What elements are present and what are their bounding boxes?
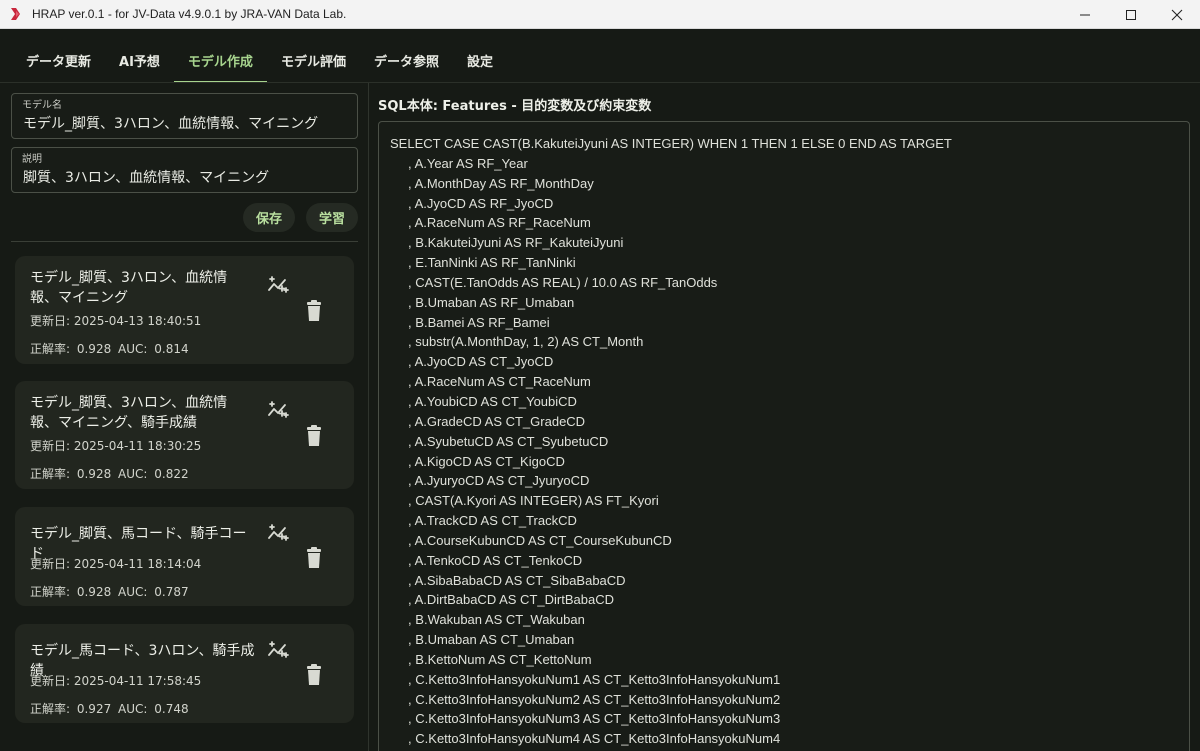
app-logo-icon (8, 6, 24, 22)
sql-line: , A.YoubiCD AS CT_YoubiCD (390, 393, 577, 409)
model-name-label: モデル名 (22, 100, 62, 111)
sql-line: , CAST(E.TanOdds AS REAL) / 10.0 AS RF_T… (390, 274, 718, 290)
sql-editor[interactable]: SELECT CASE CAST(B.KakuteiJyuni AS INTEG… (378, 121, 1190, 751)
sql-line: , A.Year AS RF_Year (390, 155, 528, 171)
sql-line: , A.JyuryoCD AS CT_JyuryoCD (390, 473, 590, 489)
model-card[interactable]: モデル_脚質、3ハロン、血統情報、マイニング、騎手成績 更新日: 2025-04… (15, 381, 354, 489)
model-name-input[interactable]: モデル_脚質、3ハロン、血統情報、マイニング (23, 113, 318, 133)
tab-model-create[interactable]: モデル作成 (173, 44, 267, 83)
sql-line: , B.Umaban AS CT_Umaban (390, 632, 575, 648)
sql-code[interactable]: SELECT CASE CAST(B.KakuteiJyuni AS INTEG… (390, 134, 952, 749)
model-card-title: モデル_脚質、3ハロン、血統情報、マイニング (30, 270, 228, 306)
auto-fix-icon[interactable] (267, 274, 289, 296)
delete-icon[interactable] (305, 425, 323, 447)
sql-line: , B.Wakuban AS CT_Wakuban (390, 612, 585, 628)
delete-icon[interactable] (305, 547, 323, 569)
close-icon[interactable] (1154, 0, 1200, 29)
tab-ai-prediction[interactable]: AI予想 (105, 44, 174, 76)
auto-fix-icon[interactable] (267, 639, 289, 661)
sql-line: , CAST(A.Kyori AS INTEGER) AS FT_Kyori (390, 493, 659, 509)
sql-line: , A.TenkoCD AS CT_TenkoCD (390, 552, 583, 568)
sql-line: , C.Ketto3InfoHansyokuNum1 AS CT_Ketto3I… (390, 671, 781, 687)
model-editor-pane: モデル名 モデル_脚質、3ハロン、血統情報、マイニング 説明 脚質、3ハロン、血… (0, 83, 368, 751)
model-card-title: モデル_脚質、3ハロン、血統情報、マイニング、騎手成績 (30, 395, 228, 431)
main-tabs: データ更新 AI予想 モデル作成 モデル評価 データ参照 設定 (12, 44, 507, 84)
sql-line: SELECT CASE CAST(B.KakuteiJyuni AS INTEG… (390, 136, 952, 151)
sql-line: , A.KigoCD AS CT_KigoCD (390, 453, 565, 469)
model-card[interactable]: モデル_馬コード、3ハロン、騎手成績 更新日: 2025-04-11 17:58… (15, 624, 354, 723)
train-button[interactable]: 学習 (306, 203, 358, 232)
sql-line: , B.Bamei AS RF_Bamei (390, 314, 550, 330)
tab-data-update[interactable]: データ更新 (12, 44, 105, 76)
auto-fix-icon[interactable] (267, 399, 289, 421)
sql-line: , A.RaceNum AS RF_RaceNum (390, 215, 591, 231)
model-card-metrics: 正解率: 0.928 AUC: 0.787 (30, 585, 189, 599)
window-titlebar: HRAP ver.0.1 - for JV-Data v4.9.0.1 by J… (0, 0, 1200, 29)
sql-line: , A.SibaBabaCD AS CT_SibaBabaCD (390, 572, 626, 588)
model-card[interactable]: モデル_脚質、3ハロン、血統情報、マイニング 更新日: 2025-04-13 1… (15, 256, 354, 364)
tab-model-evaluation[interactable]: モデル評価 (267, 44, 360, 76)
sql-heading: SQL本体: Features - 目的変数及び約束変数 (378, 99, 652, 114)
sql-line: , A.SyubetuCD AS CT_SyubetuCD (390, 433, 609, 449)
window-title: HRAP ver.0.1 - for JV-Data v4.9.0.1 by J… (32, 7, 347, 21)
description-label: 説明 (22, 154, 42, 165)
description-input[interactable]: 脚質、3ハロン、血統情報、マイニング (23, 167, 269, 187)
tab-settings[interactable]: 設定 (453, 44, 507, 76)
model-card-date: 更新日: 2025-04-11 18:14:04 (30, 557, 202, 571)
model-card-date: 更新日: 2025-04-11 18:30:25 (30, 439, 202, 453)
pane-splitter[interactable] (368, 83, 369, 751)
sql-line: , A.JyoCD AS CT_JyoCD (390, 354, 554, 370)
sql-line: , E.TanNinki AS RF_TanNinki (390, 255, 576, 271)
sql-line: , A.CourseKubunCD AS CT_CourseKubunCD (390, 532, 672, 548)
description-field[interactable]: 説明 脚質、3ハロン、血統情報、マイニング (11, 147, 358, 193)
sql-line: , C.Ketto3InfoHansyokuNum3 AS CT_Ketto3I… (390, 711, 781, 727)
model-card-metrics: 正解率: 0.927 AUC: 0.748 (30, 702, 189, 716)
model-name-field[interactable]: モデル名 モデル_脚質、3ハロン、血統情報、マイニング (11, 93, 358, 139)
minimize-icon[interactable] (1062, 0, 1108, 29)
model-card-date: 更新日: 2025-04-13 18:40:51 (30, 314, 202, 328)
sql-line: , A.DirtBabaCD AS CT_DirtBabaCD (390, 592, 614, 608)
delete-icon[interactable] (305, 664, 323, 686)
sql-line: , substr(A.MonthDay, 1, 2) AS CT_Month (390, 334, 644, 350)
model-card[interactable]: モデル_脚質、馬コード、騎手コード 更新日: 2025-04-11 18:14:… (15, 507, 354, 606)
sql-line: , A.JyoCD AS RF_JyoCD (390, 195, 554, 211)
save-button[interactable]: 保存 (243, 203, 295, 232)
sql-line: , B.KettoNum AS CT_KettoNum (390, 651, 592, 667)
auto-fix-icon[interactable] (267, 522, 289, 544)
sql-line: , A.GradeCD AS CT_GradeCD (390, 413, 586, 429)
sql-line: , B.KakuteiJyuni AS RF_KakuteiJyuni (390, 235, 624, 251)
sql-line: , B.Umaban AS RF_Umaban (390, 294, 575, 310)
maximize-icon[interactable] (1108, 0, 1154, 29)
sql-line: , A.TrackCD AS CT_TrackCD (390, 513, 577, 529)
sql-line: , C.Ketto3InfoHansyokuNum4 AS CT_Ketto3I… (390, 731, 781, 747)
model-card-date: 更新日: 2025-04-11 17:58:45 (30, 674, 202, 688)
sql-line: , A.MonthDay AS RF_MonthDay (390, 175, 594, 191)
sql-line: , A.RaceNum AS CT_RaceNum (390, 374, 591, 390)
delete-icon[interactable] (305, 300, 323, 322)
form-divider (11, 241, 358, 242)
sql-line: , C.Ketto3InfoHansyokuNum2 AS CT_Ketto3I… (390, 691, 781, 707)
model-card-metrics: 正解率: 0.928 AUC: 0.814 (30, 342, 189, 356)
model-card-metrics: 正解率: 0.928 AUC: 0.822 (30, 467, 189, 481)
tab-data-reference[interactable]: データ参照 (360, 44, 453, 76)
